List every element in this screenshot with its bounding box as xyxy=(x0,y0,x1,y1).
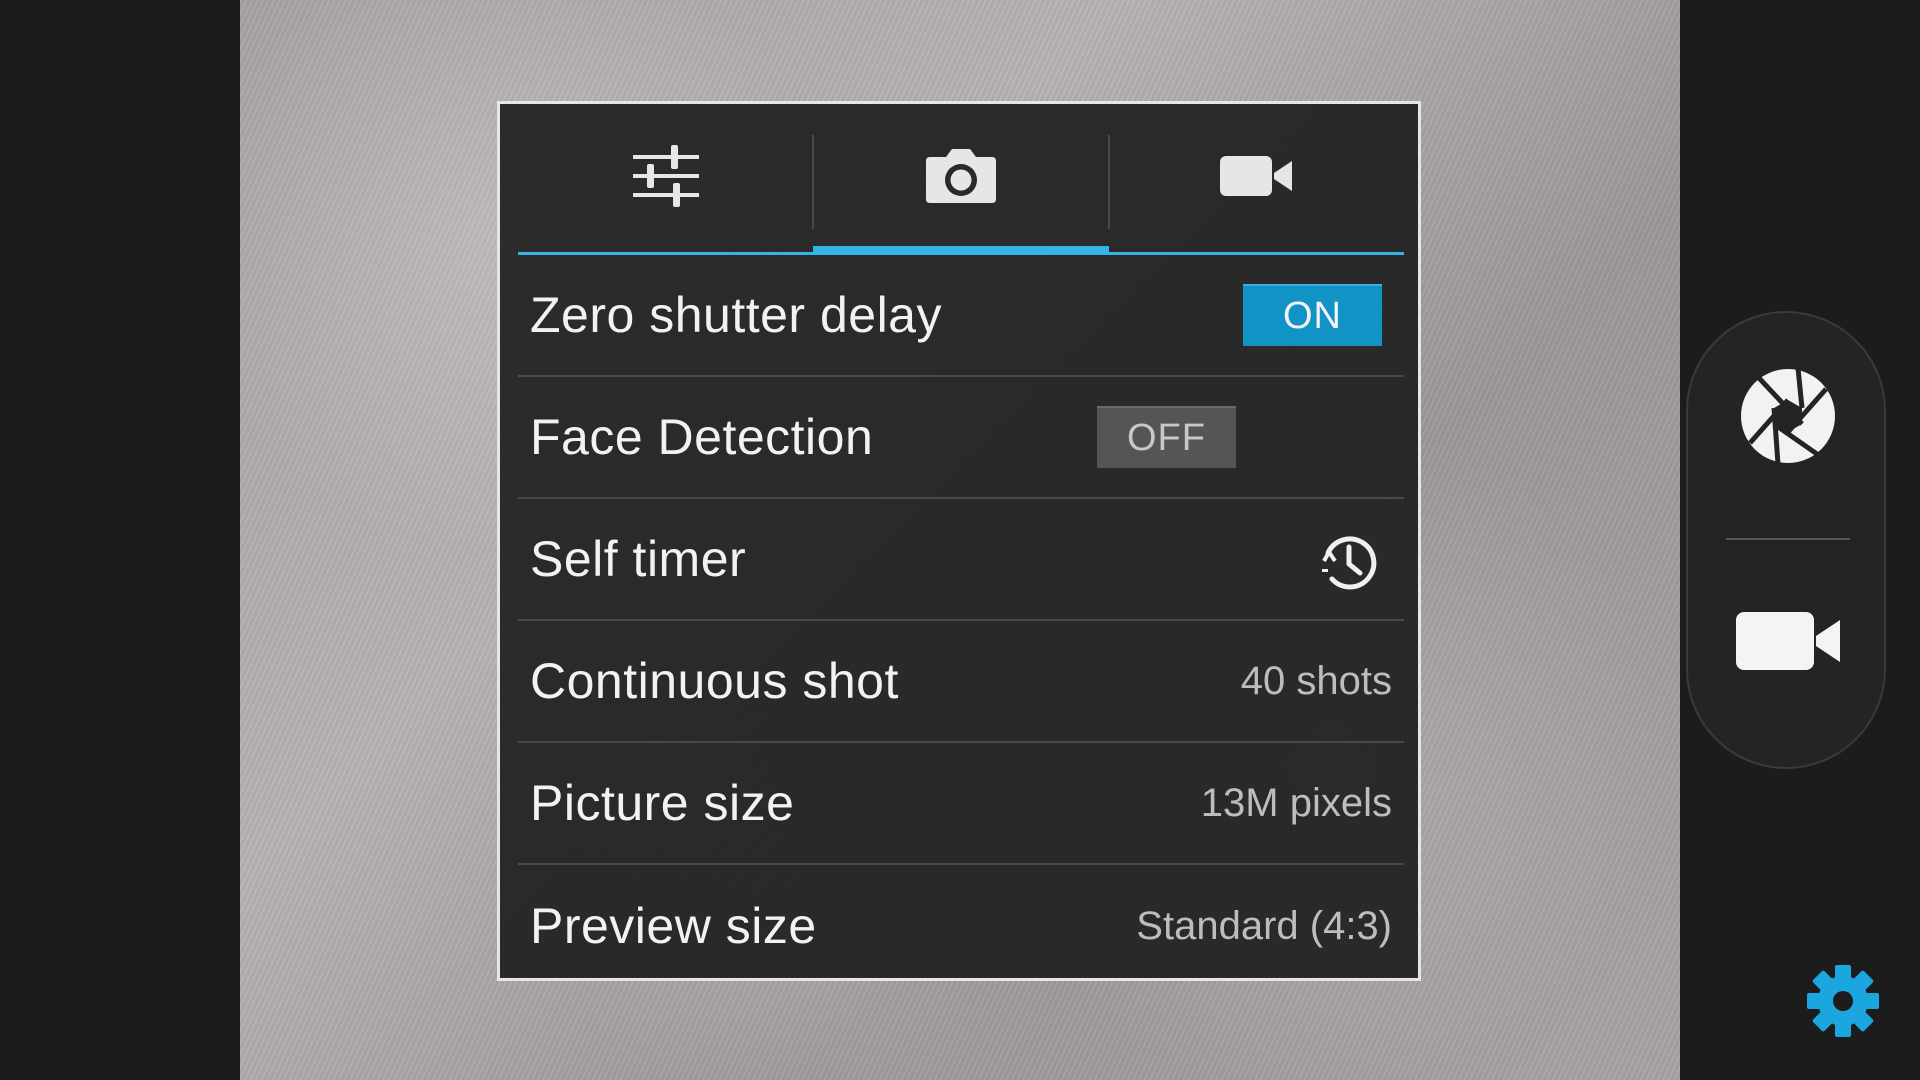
setting-label: Continuous shot xyxy=(530,653,899,709)
settings-button[interactable] xyxy=(1806,964,1880,1038)
zero-shutter-delay-toggle[interactable]: ON xyxy=(1243,284,1382,346)
tab-divider xyxy=(812,135,814,229)
settings-tab-bar xyxy=(518,129,1405,255)
video-record-button[interactable] xyxy=(1732,603,1844,683)
timer-icon[interactable] xyxy=(1318,531,1380,598)
setting-continuous-shot[interactable]: Continuous shot 40 shots xyxy=(518,621,1404,743)
setting-label: Picture size xyxy=(530,775,795,831)
setting-value: Standard (4:3) xyxy=(1136,903,1392,948)
video-camera-icon xyxy=(1218,153,1294,204)
setting-zero-shutter-delay[interactable]: Zero shutter delay ON xyxy=(518,255,1404,377)
setting-self-timer[interactable]: Self timer xyxy=(518,499,1404,621)
tab-divider xyxy=(1108,135,1110,229)
tab-video-settings[interactable] xyxy=(1108,129,1405,255)
camera-screen: Zero shutter delay ON Face Detection OFF… xyxy=(0,0,1920,1080)
setting-value: 40 shots xyxy=(1240,658,1392,703)
setting-preview-size[interactable]: Preview size Standard (4:3) xyxy=(518,865,1404,987)
setting-face-detection[interactable]: Face Detection OFF xyxy=(518,377,1404,499)
face-detection-toggle[interactable]: OFF xyxy=(1097,406,1236,468)
tab-camera-settings[interactable] xyxy=(813,129,1109,255)
gear-icon xyxy=(1806,965,1880,1042)
video-record-icon xyxy=(1734,610,1842,677)
setting-label: Face Detection xyxy=(530,409,874,465)
setting-label: Zero shutter delay xyxy=(530,287,942,343)
shutter-aperture-icon xyxy=(1738,366,1838,471)
controls-divider xyxy=(1726,538,1850,540)
tab-general-settings[interactable] xyxy=(518,129,814,255)
setting-label: Preview size xyxy=(530,898,817,954)
sliders-icon xyxy=(631,143,701,214)
setting-picture-size[interactable]: Picture size 13M pixels xyxy=(518,743,1404,865)
setting-value: 13M pixels xyxy=(1200,780,1392,825)
shutter-button[interactable] xyxy=(1738,366,1838,471)
camera-icon xyxy=(924,147,998,210)
settings-list: Zero shutter delay ON Face Detection OFF… xyxy=(518,255,1404,987)
setting-label: Self timer xyxy=(530,531,747,587)
capture-controls xyxy=(1686,311,1886,769)
camera-settings-panel: Zero shutter delay ON Face Detection OFF… xyxy=(497,101,1421,981)
